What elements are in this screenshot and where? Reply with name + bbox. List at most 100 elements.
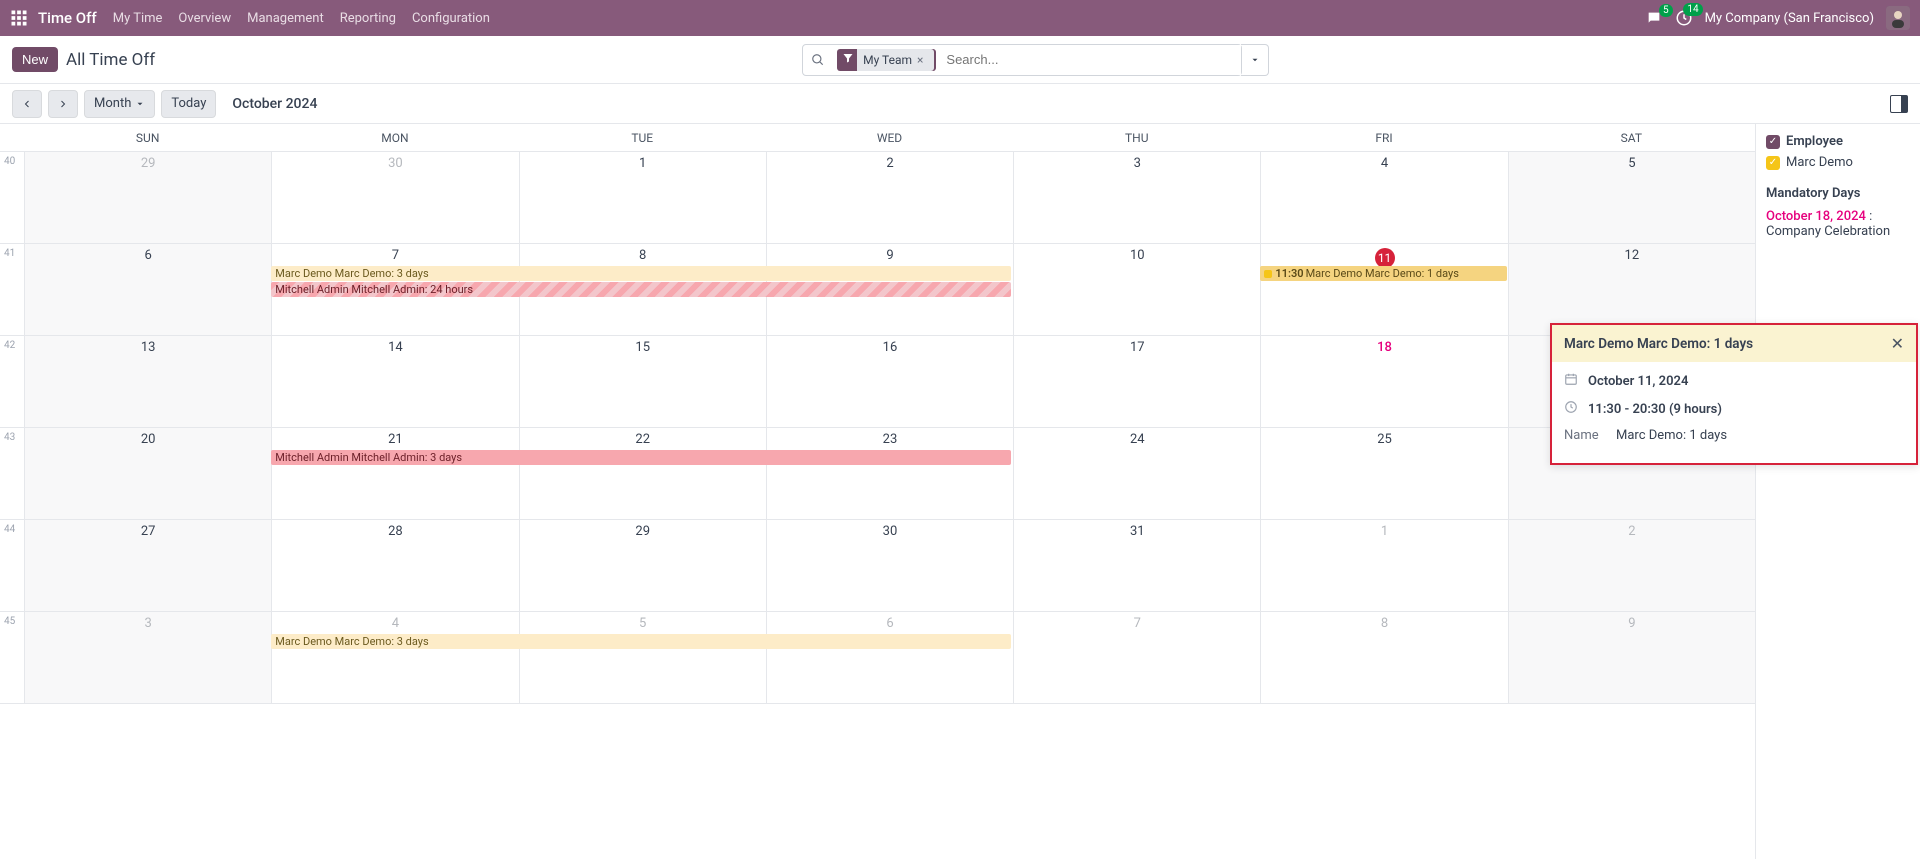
- popover-name-value: Marc Demo: 1 days: [1616, 428, 1727, 443]
- menu-management[interactable]: Management: [247, 11, 324, 26]
- calendar-toolbar: Month Today October 2024: [0, 84, 1920, 124]
- main-menu: My Time Overview Management Reporting Co…: [113, 11, 490, 26]
- week-number: 41: [0, 244, 24, 335]
- dayheader-mon: MON: [271, 124, 518, 152]
- event-marc-3days[interactable]: Marc Demo Marc Demo: 3 days: [271, 266, 1011, 281]
- clock-icon: [1564, 400, 1580, 418]
- event-mitchell-3days[interactable]: Mitchell Admin Mitchell Admin: 3 days: [271, 450, 1011, 465]
- day-cell[interactable]: 10: [1013, 244, 1260, 335]
- mandatory-days-heading: Mandatory Days: [1766, 186, 1910, 201]
- filter-chip-label: My Team ×: [857, 49, 934, 71]
- event-popover: Marc Demo Marc Demo: 1 days ✕ October 11…: [1550, 323, 1918, 465]
- search-input[interactable]: [940, 45, 1241, 75]
- popover-close-button[interactable]: ✕: [1891, 334, 1904, 353]
- day-cell[interactable]: 18: [1260, 336, 1507, 427]
- legend-marc-demo[interactable]: ✓ Marc Demo: [1766, 155, 1910, 170]
- day-cell[interactable]: 9: [1508, 612, 1755, 703]
- activities-icon[interactable]: 14: [1675, 9, 1693, 27]
- day-cell[interactable]: 4: [1260, 152, 1507, 243]
- day-cell[interactable]: 8: [1260, 612, 1507, 703]
- week-number: 43: [0, 428, 24, 519]
- menu-overview[interactable]: Overview: [178, 11, 231, 26]
- day-cell[interactable]: 30: [271, 152, 518, 243]
- checkbox-icon: ✓: [1766, 156, 1780, 170]
- day-cell[interactable]: 12: [1508, 244, 1755, 335]
- day-cell[interactable]: 22: [519, 428, 766, 519]
- dayheader-sat: SAT: [1508, 124, 1755, 152]
- day-cell[interactable]: 3: [24, 612, 271, 703]
- scale-dropdown[interactable]: Month: [84, 90, 155, 118]
- checkbox-icon: ✓: [1766, 135, 1780, 149]
- day-cell[interactable]: 27: [24, 520, 271, 611]
- week-number: 40: [0, 152, 24, 243]
- week-number: 45: [0, 612, 24, 703]
- day-cell[interactable]: 6: [24, 244, 271, 335]
- company-switcher[interactable]: My Company (San Francisco): [1705, 11, 1874, 26]
- week-row: 42 13 14 15 16 17 18 19: [0, 336, 1755, 428]
- control-bar: New All Time Off My Team ×: [0, 36, 1920, 84]
- breadcrumb-title: All Time Off: [66, 50, 155, 70]
- filter-chip-my-team: My Team ×: [837, 49, 936, 71]
- day-cell[interactable]: 31: [1013, 520, 1260, 611]
- day-cell[interactable]: 13: [24, 336, 271, 427]
- new-button[interactable]: New: [12, 47, 58, 72]
- funnel-icon: [839, 52, 857, 68]
- day-cell[interactable]: 5: [1508, 152, 1755, 243]
- activities-badge: 14: [1683, 3, 1702, 16]
- side-panel-toggle[interactable]: [1890, 95, 1908, 113]
- day-cell[interactable]: 29: [519, 520, 766, 611]
- app-brand[interactable]: Time Off: [38, 9, 97, 27]
- day-cell[interactable]: 30: [766, 520, 1013, 611]
- period-label: October 2024: [232, 96, 317, 112]
- event-marc-3days-b[interactable]: Marc Demo Marc Demo: 3 days: [271, 634, 1011, 649]
- apps-icon[interactable]: [10, 9, 28, 27]
- day-cell[interactable]: 3: [1013, 152, 1260, 243]
- day-cell[interactable]: 23: [766, 428, 1013, 519]
- dayheader-thu: THU: [1013, 124, 1260, 152]
- event-marc-1day[interactable]: 11:30Marc Demo Marc Demo: 1 days: [1260, 266, 1506, 281]
- messages-icon[interactable]: 5: [1645, 10, 1663, 26]
- dayheader-sun: SUN: [24, 124, 271, 152]
- day-cell[interactable]: 17: [1013, 336, 1260, 427]
- day-cell[interactable]: 14: [271, 336, 518, 427]
- legend-employee[interactable]: ✓ Employee: [1766, 134, 1910, 149]
- search-options-dropdown[interactable]: [1241, 44, 1269, 76]
- dayheader-wed: WED: [766, 124, 1013, 152]
- day-cell[interactable]: 28: [271, 520, 518, 611]
- day-cell[interactable]: 24: [1013, 428, 1260, 519]
- selected-day-badge: 11: [1375, 248, 1395, 268]
- calendar-icon: [1564, 372, 1580, 390]
- day-cell[interactable]: 29: [24, 152, 271, 243]
- day-cell[interactable]: 20: [24, 428, 271, 519]
- dayheader-fri: FRI: [1260, 124, 1507, 152]
- menu-reporting[interactable]: Reporting: [340, 11, 396, 26]
- day-cell[interactable]: 2: [1508, 520, 1755, 611]
- mandatory-day-item: October 18, 2024 : Company Celebration: [1766, 209, 1910, 239]
- day-cell[interactable]: 4: [271, 612, 518, 703]
- menu-my-time[interactable]: My Time: [113, 11, 163, 26]
- day-cell[interactable]: 1: [519, 152, 766, 243]
- mandatory-day-date: October 18, 2024: [1766, 209, 1866, 224]
- dayheader-tue: TUE: [519, 124, 766, 152]
- day-cell[interactable]: 25: [1260, 428, 1507, 519]
- day-cell[interactable]: 16: [766, 336, 1013, 427]
- day-cell[interactable]: 7: [1013, 612, 1260, 703]
- event-mitchell-24h[interactable]: Mitchell Admin Mitchell Admin: 24 hours: [271, 282, 1011, 297]
- day-cell[interactable]: 2: [766, 152, 1013, 243]
- day-cell[interactable]: 15: [519, 336, 766, 427]
- today-button[interactable]: Today: [161, 90, 216, 118]
- day-cell[interactable]: 6: [766, 612, 1013, 703]
- day-cell[interactable]: 11: [1260, 244, 1507, 335]
- filter-chip-remove[interactable]: ×: [912, 53, 928, 67]
- day-header-row: SUN MON TUE WED THU FRI SAT: [0, 124, 1755, 152]
- prev-button[interactable]: [12, 90, 42, 118]
- messages-badge: 5: [1659, 4, 1673, 17]
- day-cell[interactable]: 21: [271, 428, 518, 519]
- search-box[interactable]: My Team ×: [802, 44, 1242, 76]
- next-button[interactable]: [48, 90, 78, 118]
- user-avatar[interactable]: [1886, 6, 1910, 30]
- day-cell[interactable]: 1: [1260, 520, 1507, 611]
- menu-configuration[interactable]: Configuration: [412, 11, 490, 26]
- day-cell[interactable]: 5: [519, 612, 766, 703]
- side-panel: ✓ Employee ✓ Marc Demo Mandatory Days Oc…: [1755, 124, 1920, 859]
